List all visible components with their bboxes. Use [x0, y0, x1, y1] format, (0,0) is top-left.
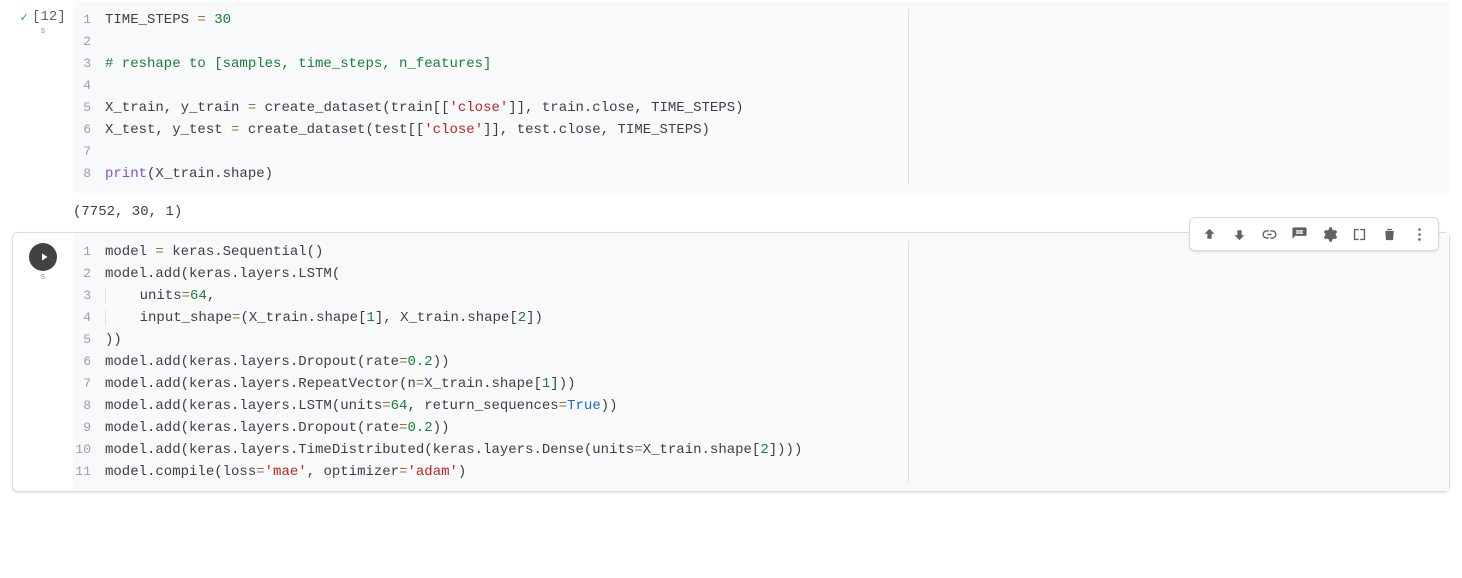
- code-line[interactable]: 4 input_shape=(X_train.shape[1], X_train…: [73, 307, 1449, 329]
- line-number: 6: [73, 351, 105, 373]
- line-content[interactable]: model.add(keras.layers.TimeDistributed(k…: [105, 439, 1449, 461]
- code-line[interactable]: 9model.add(keras.layers.Dropout(rate=0.2…: [73, 417, 1449, 439]
- check-icon: ✓: [20, 10, 28, 25]
- line-content[interactable]: model.add(keras.layers.RepeatVector(n=X_…: [105, 373, 1449, 395]
- move-up-button[interactable]: [1194, 220, 1224, 248]
- line-number: 9: [73, 417, 105, 439]
- line-content[interactable]: model.add(keras.layers.LSTM(units=64, re…: [105, 395, 1449, 417]
- line-number: 2: [73, 263, 105, 285]
- cell-gutter: s: [13, 233, 73, 282]
- exec-time: s: [40, 26, 45, 36]
- mirror-button[interactable]: [1344, 220, 1374, 248]
- ruler-line: [908, 241, 909, 483]
- code-cell-active: s 1model = keras.Sequential()2model.add(…: [12, 232, 1450, 492]
- code-line[interactable]: 4: [73, 75, 1449, 97]
- line-number: 7: [73, 373, 105, 395]
- code-cell-executed: ✓ [12] s 1TIME_STEPS = 3023# reshape to …: [12, 0, 1450, 232]
- exec-indicator[interactable]: ✓ [12]: [20, 9, 65, 25]
- line-number: 3: [73, 53, 105, 75]
- code-line[interactable]: 7: [73, 141, 1449, 163]
- code-line[interactable]: 11model.compile(loss='mae', optimizer='a…: [73, 461, 1449, 483]
- line-number: 3: [73, 285, 105, 307]
- line-number: 5: [73, 97, 105, 119]
- line-content[interactable]: X_train, y_train = create_dataset(train[…: [105, 97, 1449, 119]
- notebook-container: ✓ [12] s 1TIME_STEPS = 3023# reshape to …: [0, 0, 1462, 504]
- play-icon: [38, 251, 50, 263]
- code-line[interactable]: 10model.add(keras.layers.TimeDistributed…: [73, 439, 1449, 461]
- line-number: 5: [73, 329, 105, 351]
- code-line[interactable]: 2: [73, 31, 1449, 53]
- line-number: 6: [73, 119, 105, 141]
- line-number: 4: [73, 307, 105, 329]
- code-line[interactable]: 3 units=64,: [73, 285, 1449, 307]
- line-number: 8: [73, 395, 105, 417]
- delete-button[interactable]: [1374, 220, 1404, 248]
- run-button[interactable]: [29, 243, 57, 271]
- code-line[interactable]: 7model.add(keras.layers.RepeatVector(n=X…: [73, 373, 1449, 395]
- code-line[interactable]: 2model.add(keras.layers.LSTM(: [73, 263, 1449, 285]
- code-line[interactable]: 5X_train, y_train = create_dataset(train…: [73, 97, 1449, 119]
- code-editor[interactable]: 1TIME_STEPS = 3023# reshape to [samples,…: [73, 1, 1449, 193]
- cell-toolbar: [1189, 217, 1439, 251]
- exec-count: [12]: [32, 9, 66, 25]
- line-number: 10: [73, 439, 105, 461]
- cell-gutter: ✓ [12] s: [13, 1, 73, 36]
- line-content[interactable]: [105, 141, 1449, 163]
- line-content[interactable]: units=64,: [105, 285, 1449, 307]
- exec-time: s: [40, 272, 45, 282]
- line-content[interactable]: [105, 75, 1449, 97]
- line-number: 11: [73, 461, 105, 483]
- code-line[interactable]: 5)): [73, 329, 1449, 351]
- comment-button[interactable]: [1284, 220, 1314, 248]
- line-number: 1: [73, 9, 105, 31]
- line-content[interactable]: [105, 31, 1449, 53]
- line-content[interactable]: input_shape=(X_train.shape[1], X_train.s…: [105, 307, 1449, 329]
- line-content[interactable]: # reshape to [samples, time_steps, n_fea…: [105, 53, 1449, 75]
- code-line[interactable]: 3# reshape to [samples, time_steps, n_fe…: [73, 53, 1449, 75]
- line-content[interactable]: model.add(keras.layers.LSTM(: [105, 263, 1449, 285]
- ruler-line: [908, 9, 909, 185]
- code-editor[interactable]: 1model = keras.Sequential()2model.add(ke…: [73, 233, 1449, 491]
- code-line[interactable]: 6X_test, y_test = create_dataset(test[['…: [73, 119, 1449, 141]
- code-line[interactable]: 8model.add(keras.layers.LSTM(units=64, r…: [73, 395, 1449, 417]
- code-line[interactable]: 1TIME_STEPS = 30: [73, 9, 1449, 31]
- line-content[interactable]: )): [105, 329, 1449, 351]
- line-number: 7: [73, 141, 105, 163]
- line-number: 1: [73, 241, 105, 263]
- link-button[interactable]: [1254, 220, 1284, 248]
- line-content[interactable]: model.compile(loss='mae', optimizer='ada…: [105, 461, 1449, 483]
- code-line[interactable]: 6model.add(keras.layers.Dropout(rate=0.2…: [73, 351, 1449, 373]
- line-number: 2: [73, 31, 105, 53]
- line-content[interactable]: TIME_STEPS = 30: [105, 9, 1449, 31]
- line-number: 8: [73, 163, 105, 185]
- line-content[interactable]: model.add(keras.layers.Dropout(rate=0.2)…: [105, 417, 1449, 439]
- code-line[interactable]: 8print(X_train.shape): [73, 163, 1449, 185]
- line-content[interactable]: print(X_train.shape): [105, 163, 1449, 185]
- line-content[interactable]: X_test, y_test = create_dataset(test[['c…: [105, 119, 1449, 141]
- move-down-button[interactable]: [1224, 220, 1254, 248]
- more-button[interactable]: [1404, 220, 1434, 248]
- line-number: 4: [73, 75, 105, 97]
- line-content[interactable]: model.add(keras.layers.Dropout(rate=0.2)…: [105, 351, 1449, 373]
- settings-button[interactable]: [1314, 220, 1344, 248]
